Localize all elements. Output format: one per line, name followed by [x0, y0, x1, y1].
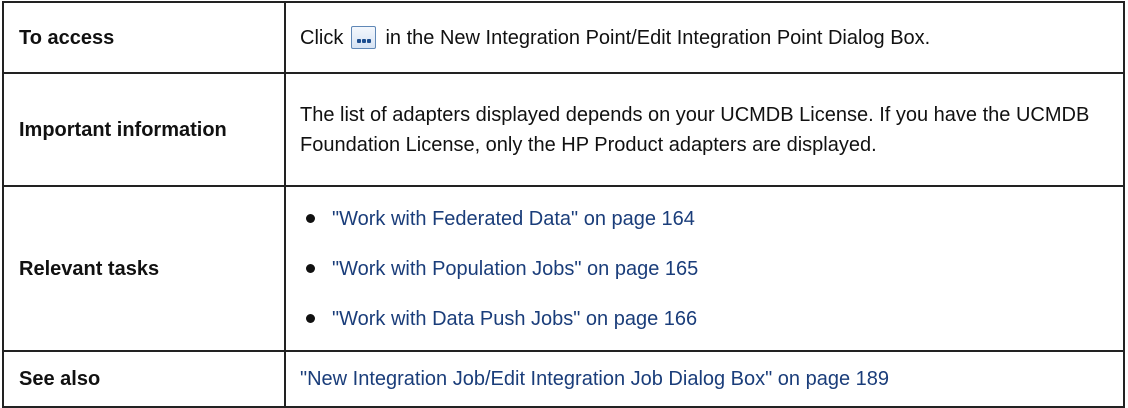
list-item: "Work with Population Jobs" on page 165 — [300, 244, 1107, 294]
important-info-text: The list of adapters displayed depends o… — [284, 72, 1125, 187]
row-value: "Work with Federated Data" on page 164 "… — [284, 185, 1125, 352]
ellipsis-button-icon — [350, 25, 376, 49]
task-list: "Work with Federated Data" on page 164 "… — [300, 194, 1107, 344]
row-value: Click in the New Integration Point/Edit … — [284, 1, 1125, 74]
row-important-information: Important information The list of adapte… — [2, 72, 1125, 187]
info-table: To access Click in the New Integration P… — [2, 1, 1125, 408]
row-label: Important information — [2, 72, 286, 187]
task-link[interactable]: "Work with Federated Data" on page 164 — [332, 208, 695, 230]
row-label: To access — [2, 1, 286, 74]
bullet-icon — [306, 313, 315, 323]
access-text-before: Click — [300, 26, 344, 49]
see-also-link[interactable]: "New Integration Job/Edit Integration Jo… — [300, 368, 889, 390]
row-see-also: See also "New Integration Job/Edit Integ… — [2, 350, 1125, 408]
bullet-icon — [306, 263, 315, 273]
task-link[interactable]: "Work with Population Jobs" on page 165 — [332, 258, 698, 280]
list-item: "Work with Data Push Jobs" on page 166 — [300, 294, 1107, 344]
row-to-access: To access Click in the New Integration P… — [2, 1, 1125, 74]
access-text-after: in the New Integration Point/Edit Integr… — [385, 26, 931, 49]
row-label: Relevant tasks — [2, 185, 286, 352]
row-relevant-tasks: Relevant tasks "Work with Federated Data… — [2, 185, 1125, 352]
row-label: See also — [2, 350, 286, 408]
task-link[interactable]: "Work with Data Push Jobs" on page 166 — [332, 308, 697, 330]
bullet-icon — [306, 213, 315, 223]
list-item: "Work with Federated Data" on page 164 — [300, 194, 1107, 244]
row-value: "New Integration Job/Edit Integration Jo… — [284, 350, 1125, 408]
